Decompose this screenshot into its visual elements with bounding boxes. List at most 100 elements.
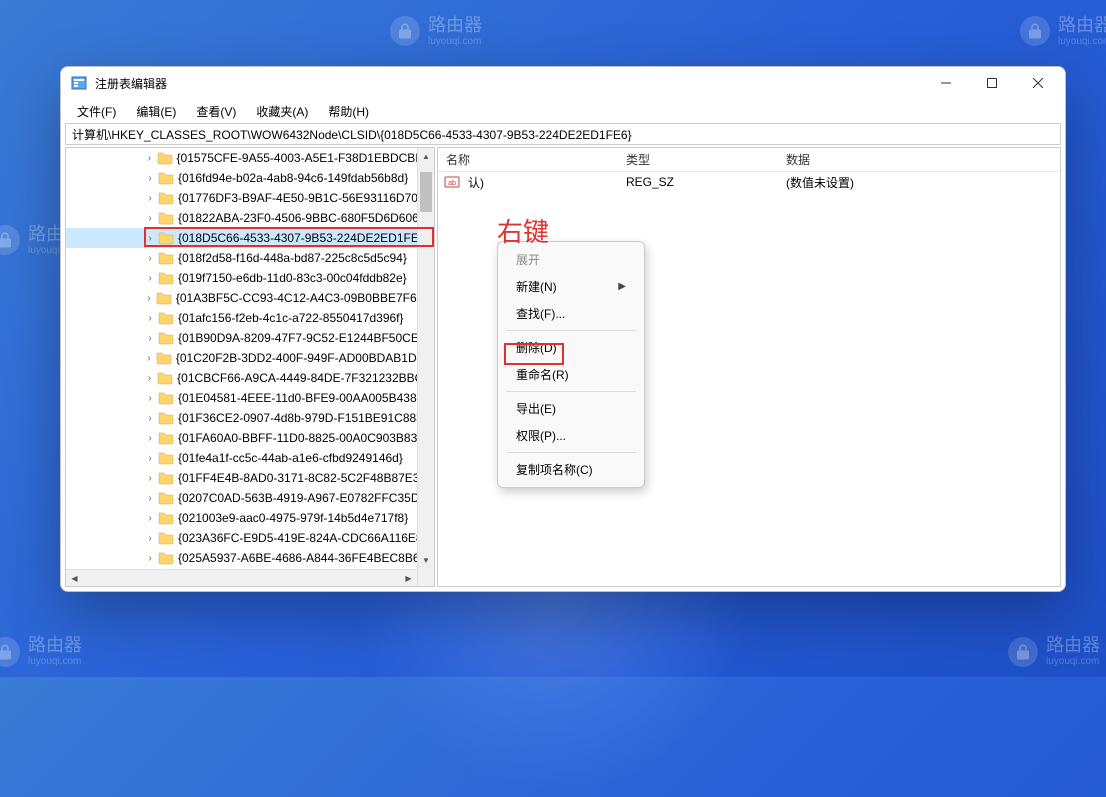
tree-item[interactable]: ›{01822ABA-23F0-4506-9BBC-680F5D6D606C}	[66, 208, 434, 228]
menu-favorites[interactable]: 收藏夹(A)	[246, 101, 318, 122]
menu-file[interactable]: 文件(F)	[67, 101, 126, 122]
tree-item-label: {0207C0AD-563B-4919-A967-E0782FFC35D1}	[178, 491, 430, 505]
list-header: 名称 类型 数据	[438, 148, 1060, 172]
tree-item[interactable]: › {01fe4a1f-cc5c-44ab-a1e6-cfbd9249146d}	[66, 448, 434, 468]
scroll-thumb[interactable]	[420, 172, 432, 212]
tree-item[interactable]: › {0207C0AD-563B-4919-A967-E0782FFC35D1}	[66, 488, 434, 508]
tree-item[interactable]: ›{018f2d58-f16d-448a-bd87-225c8c5d5c94}	[66, 248, 434, 268]
app-icon	[71, 75, 87, 91]
scroll-up-icon[interactable]: ▲	[418, 148, 434, 165]
tree-item-label: {016fd94e-b02a-4ab8-94c6-149fdab56b8d}	[178, 171, 408, 185]
tree-item[interactable]: › {01A3BF5C-CC93-4C12-A4C3-09B0BBE7F631}	[66, 288, 434, 308]
menu-separator	[506, 452, 636, 453]
close-button[interactable]	[1015, 68, 1061, 98]
folder-icon	[156, 291, 172, 305]
tree-item[interactable]: › {01E04581-4EEE-11d0-BFE9-00AA005B4383}	[66, 388, 434, 408]
menu-help[interactable]: 帮助(H)	[318, 101, 379, 122]
chevron-right-icon[interactable]: ›	[144, 553, 156, 564]
tree-item[interactable]: › {023A36FC-E9D5-419E-824A-CDC66A116E84}	[66, 528, 434, 548]
tree-item[interactable]: ›{01afc156-f2eb-4c1c-a722-8550417d396f}	[66, 308, 434, 328]
tree-item-label: {01A3BF5C-CC93-4C12-A4C3-09B0BBE7F631}	[176, 291, 434, 305]
tree-item[interactable]: ›{01FF4E4B-8AD0-3171-8C82-5C2F48B87E3D}	[66, 468, 434, 488]
tree-item[interactable]: ›{01C20F2B-3DD2-400F-949F-AD00BDAB1D41}	[66, 348, 434, 368]
vertical-scrollbar[interactable]: ▲ ▼	[417, 148, 434, 586]
chevron-right-icon[interactable]: ›	[144, 533, 156, 544]
tree-item[interactable]: ›{025A5937-A6BE-4686-A844-36FE4BEC8B6D}	[66, 548, 434, 568]
col-name[interactable]: 名称	[438, 148, 618, 171]
chevron-right-icon[interactable]: ›	[144, 413, 156, 424]
tree-item-label: {01575CFE-9A55-4003-A5E1-F38D1EBDCBE1}	[177, 151, 434, 165]
folder-icon	[158, 251, 174, 265]
chevron-right-icon[interactable]: ›	[144, 493, 156, 504]
folder-icon	[158, 411, 174, 425]
menu-separator	[506, 391, 636, 392]
menu-new[interactable]: 新建(N)▶	[498, 273, 644, 300]
col-type[interactable]: 类型	[618, 148, 778, 171]
tree-item[interactable]: › {01575CFE-9A55-4003-A5E1-F38D1EBDCBE1}	[66, 148, 434, 168]
col-data[interactable]: 数据	[778, 148, 1060, 171]
chevron-right-icon[interactable]: ›	[144, 333, 156, 344]
chevron-right-icon[interactable]: ›	[144, 193, 156, 204]
list-row[interactable]: ab 认) REG_SZ (数值未设置)	[438, 172, 1060, 192]
tree-item[interactable]: › {016fd94e-b02a-4ab8-94c6-149fdab56b8d}	[66, 168, 434, 188]
menu-permissions[interactable]: 权限(P)...	[498, 422, 644, 449]
tree-item-label: {018D5C66-4533-4307-9B53-224DE2ED1FE6}	[178, 231, 430, 245]
menu-rename[interactable]: 重命名(R)	[498, 361, 644, 388]
tree-item-label: {023A36FC-E9D5-419E-824A-CDC66A116E84}	[178, 531, 433, 545]
folder-icon	[158, 171, 174, 185]
folder-icon	[158, 471, 174, 485]
chevron-right-icon[interactable]: ›	[144, 153, 155, 164]
annotation-text: 右键	[497, 212, 549, 249]
value-type: REG_SZ	[618, 175, 778, 189]
address-bar[interactable]: 计算机\HKEY_CLASSES_ROOT\WOW6432Node\CLSID\…	[65, 123, 1061, 145]
menu-find[interactable]: 查找(F)...	[498, 300, 644, 327]
chevron-right-icon[interactable]: ›	[144, 453, 156, 464]
scroll-down-icon[interactable]: ▼	[418, 552, 434, 569]
chevron-right-icon[interactable]: ›	[144, 273, 156, 284]
tree-item-label: {01fe4a1f-cc5c-44ab-a1e6-cfbd9249146d}	[178, 451, 403, 465]
folder-icon	[157, 371, 173, 385]
tree-item-label: {01776DF3-B9AF-4E50-9B1C-56E93116D704}	[178, 191, 429, 205]
context-menu: 展开 新建(N)▶ 查找(F)... 删除(D) 重命名(R) 导出(E) 权限…	[497, 241, 645, 488]
watermark-lock-icon	[1020, 16, 1050, 46]
minimize-button[interactable]	[923, 68, 969, 98]
tree-item-label: {01F36CE2-0907-4d8b-979D-F151BE91C883}	[178, 411, 427, 425]
chevron-right-icon[interactable]: ›	[144, 233, 156, 244]
tree-item-label: {01E04581-4EEE-11d0-BFE9-00AA005B4383}	[178, 391, 427, 405]
chevron-right-icon[interactable]: ›	[144, 433, 156, 444]
chevron-right-icon[interactable]: ›	[144, 253, 156, 264]
chevron-right-icon[interactable]: ›	[144, 373, 155, 384]
chevron-right-icon[interactable]: ›	[144, 353, 154, 364]
address-text: 计算机\HKEY_CLASSES_ROOT\WOW6432Node\CLSID\…	[72, 126, 632, 143]
horizontal-scrollbar[interactable]: ◀ ▶	[66, 569, 417, 586]
tree-item[interactable]: ›{01FA60A0-BBFF-11D0-8825-00A0C903B83C}	[66, 428, 434, 448]
chevron-right-icon[interactable]: ›	[144, 213, 156, 224]
tree-item[interactable]: ›{021003e9-aac0-4975-979f-14b5d4e717f8}	[66, 508, 434, 528]
chevron-right-icon[interactable]: ›	[144, 513, 156, 524]
tree-item[interactable]: › {018D5C66-4533-4307-9B53-224DE2ED1FE6}	[66, 228, 434, 248]
tree-item-label: {019f7150-e6db-11d0-83c3-00c04fddb82e}	[178, 271, 407, 285]
tree-item[interactable]: › {019f7150-e6db-11d0-83c3-00c04fddb82e}	[66, 268, 434, 288]
folder-icon	[158, 531, 174, 545]
chevron-right-icon[interactable]: ›	[144, 473, 156, 484]
value-name: 认)	[460, 174, 618, 191]
watermark-lock-icon	[1008, 637, 1038, 667]
scroll-right-icon[interactable]: ▶	[400, 570, 417, 586]
watermark-lock-icon	[0, 225, 20, 255]
chevron-right-icon[interactable]: ›	[144, 293, 154, 304]
menu-delete[interactable]: 删除(D)	[498, 334, 644, 361]
menu-edit[interactable]: 编辑(E)	[126, 101, 186, 122]
tree-item[interactable]: ›{01B90D9A-8209-47F7-9C52-E1244BF50CED}	[66, 328, 434, 348]
chevron-right-icon[interactable]: ›	[144, 313, 156, 324]
tree-item[interactable]: › {01776DF3-B9AF-4E50-9B1C-56E93116D704}	[66, 188, 434, 208]
menu-copy-key[interactable]: 复制项名称(C)	[498, 456, 644, 483]
window-title: 注册表编辑器	[95, 75, 923, 92]
maximize-button[interactable]	[969, 68, 1015, 98]
scroll-left-icon[interactable]: ◀	[66, 570, 83, 586]
menu-export[interactable]: 导出(E)	[498, 395, 644, 422]
tree-item[interactable]: ›{01CBCF66-A9CA-4449-84DE-7F321232BBC7}	[66, 368, 434, 388]
chevron-right-icon[interactable]: ›	[144, 393, 156, 404]
menu-view[interactable]: 查看(V)	[186, 101, 246, 122]
tree-item[interactable]: › {01F36CE2-0907-4d8b-979D-F151BE91C883}	[66, 408, 434, 428]
chevron-right-icon[interactable]: ›	[144, 173, 156, 184]
